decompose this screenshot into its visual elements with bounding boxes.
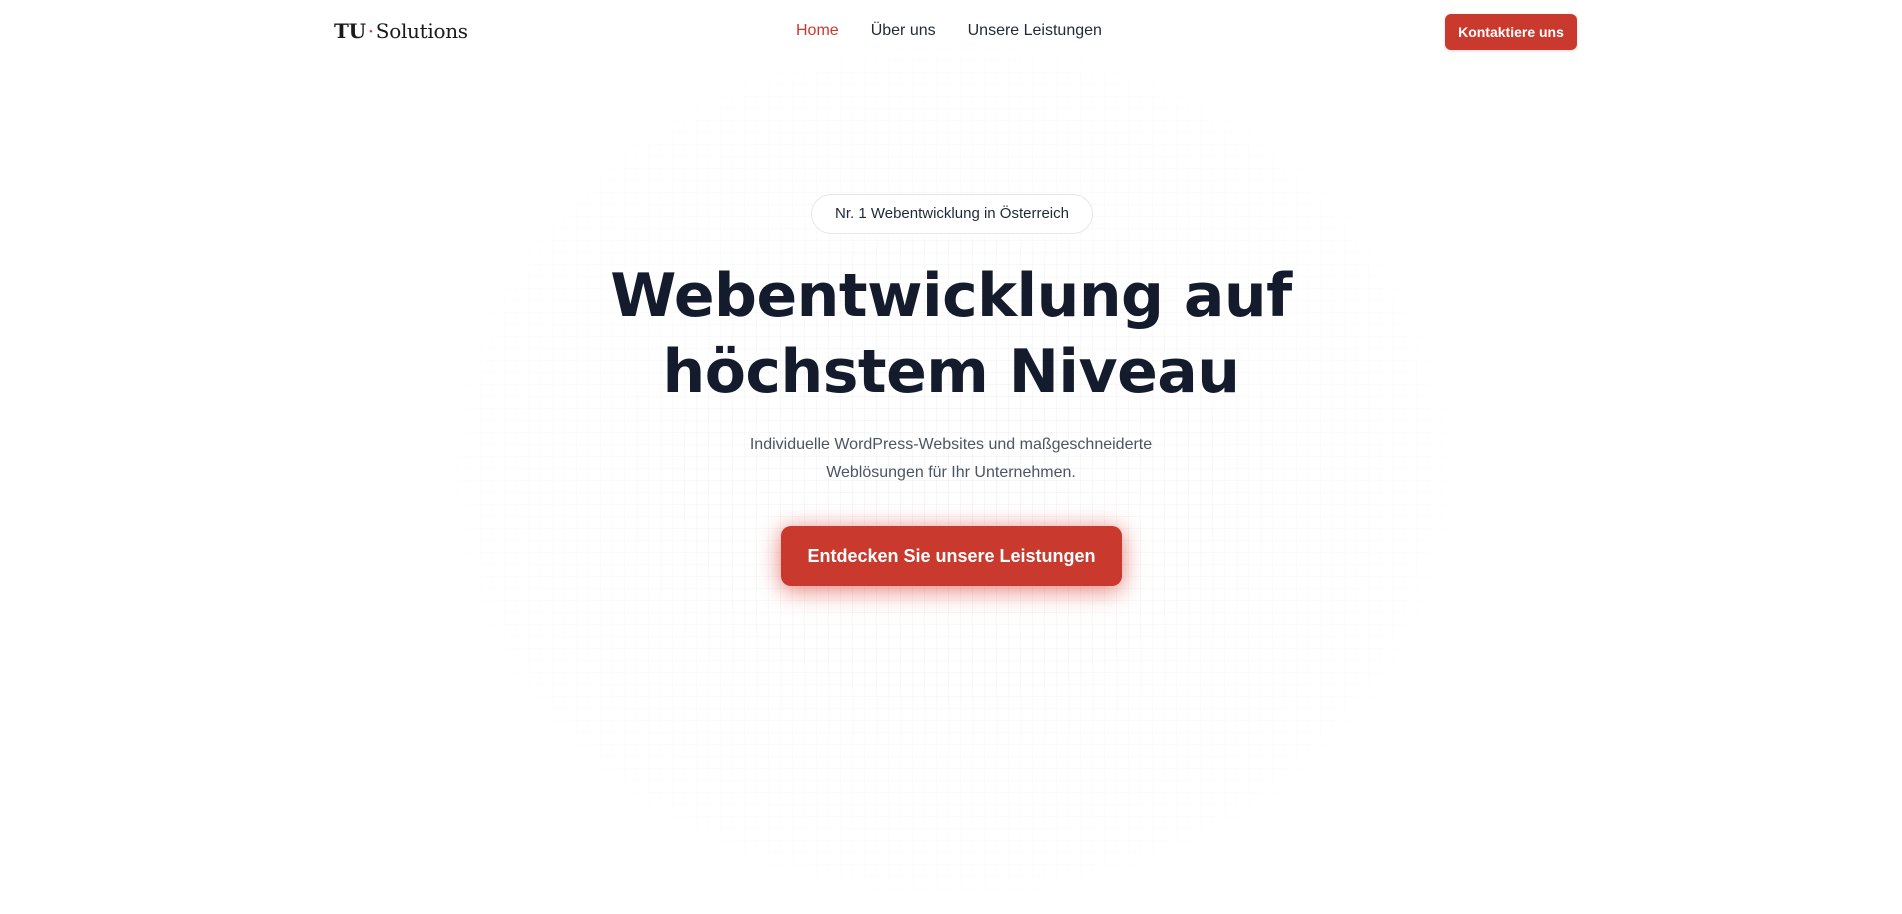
nav-item-leistungen[interactable]: Unsere Leistungen [968, 22, 1102, 40]
hero-subtitle-line-1: Individuelle WordPress-Websites und maßg… [749, 436, 1153, 453]
logo-part-1: TU [334, 19, 366, 43]
explore-services-button[interactable]: Entdecken Sie unsere Leistungen [781, 526, 1122, 586]
hero-headline: Webentwicklung auf höchstem Niveau [551, 258, 1351, 410]
main-nav: Home Über uns Unsere Leistungen [796, 22, 1102, 40]
logo[interactable]: TU · Solutions [334, 19, 468, 43]
hero-badge: Nr. 1 Webentwicklung in Österreich [811, 194, 1093, 234]
nav-item-ueber-uns[interactable]: Über uns [871, 22, 936, 40]
contact-button[interactable]: Kontaktiere uns [1445, 14, 1577, 50]
logo-part-2: Solutions [375, 19, 468, 43]
hero-headline-line-1: Webentwicklung auf [610, 261, 1292, 331]
page: TU · Solutions Home Über uns Unsere Leistu… [0, 0, 1902, 914]
nav-item-home[interactable]: Home [796, 22, 839, 40]
logo-separator: · [367, 19, 374, 43]
hero-headline-line-2: höchstem Niveau [662, 337, 1240, 407]
hero-subtitle: Individuelle WordPress-Websites und maßg… [701, 431, 1201, 487]
hero-subtitle-line-2: Weblösungen für Ihr Unternehmen. [826, 464, 1076, 481]
site-header: TU · Solutions Home Über uns Unsere Leistu… [0, 0, 1902, 64]
